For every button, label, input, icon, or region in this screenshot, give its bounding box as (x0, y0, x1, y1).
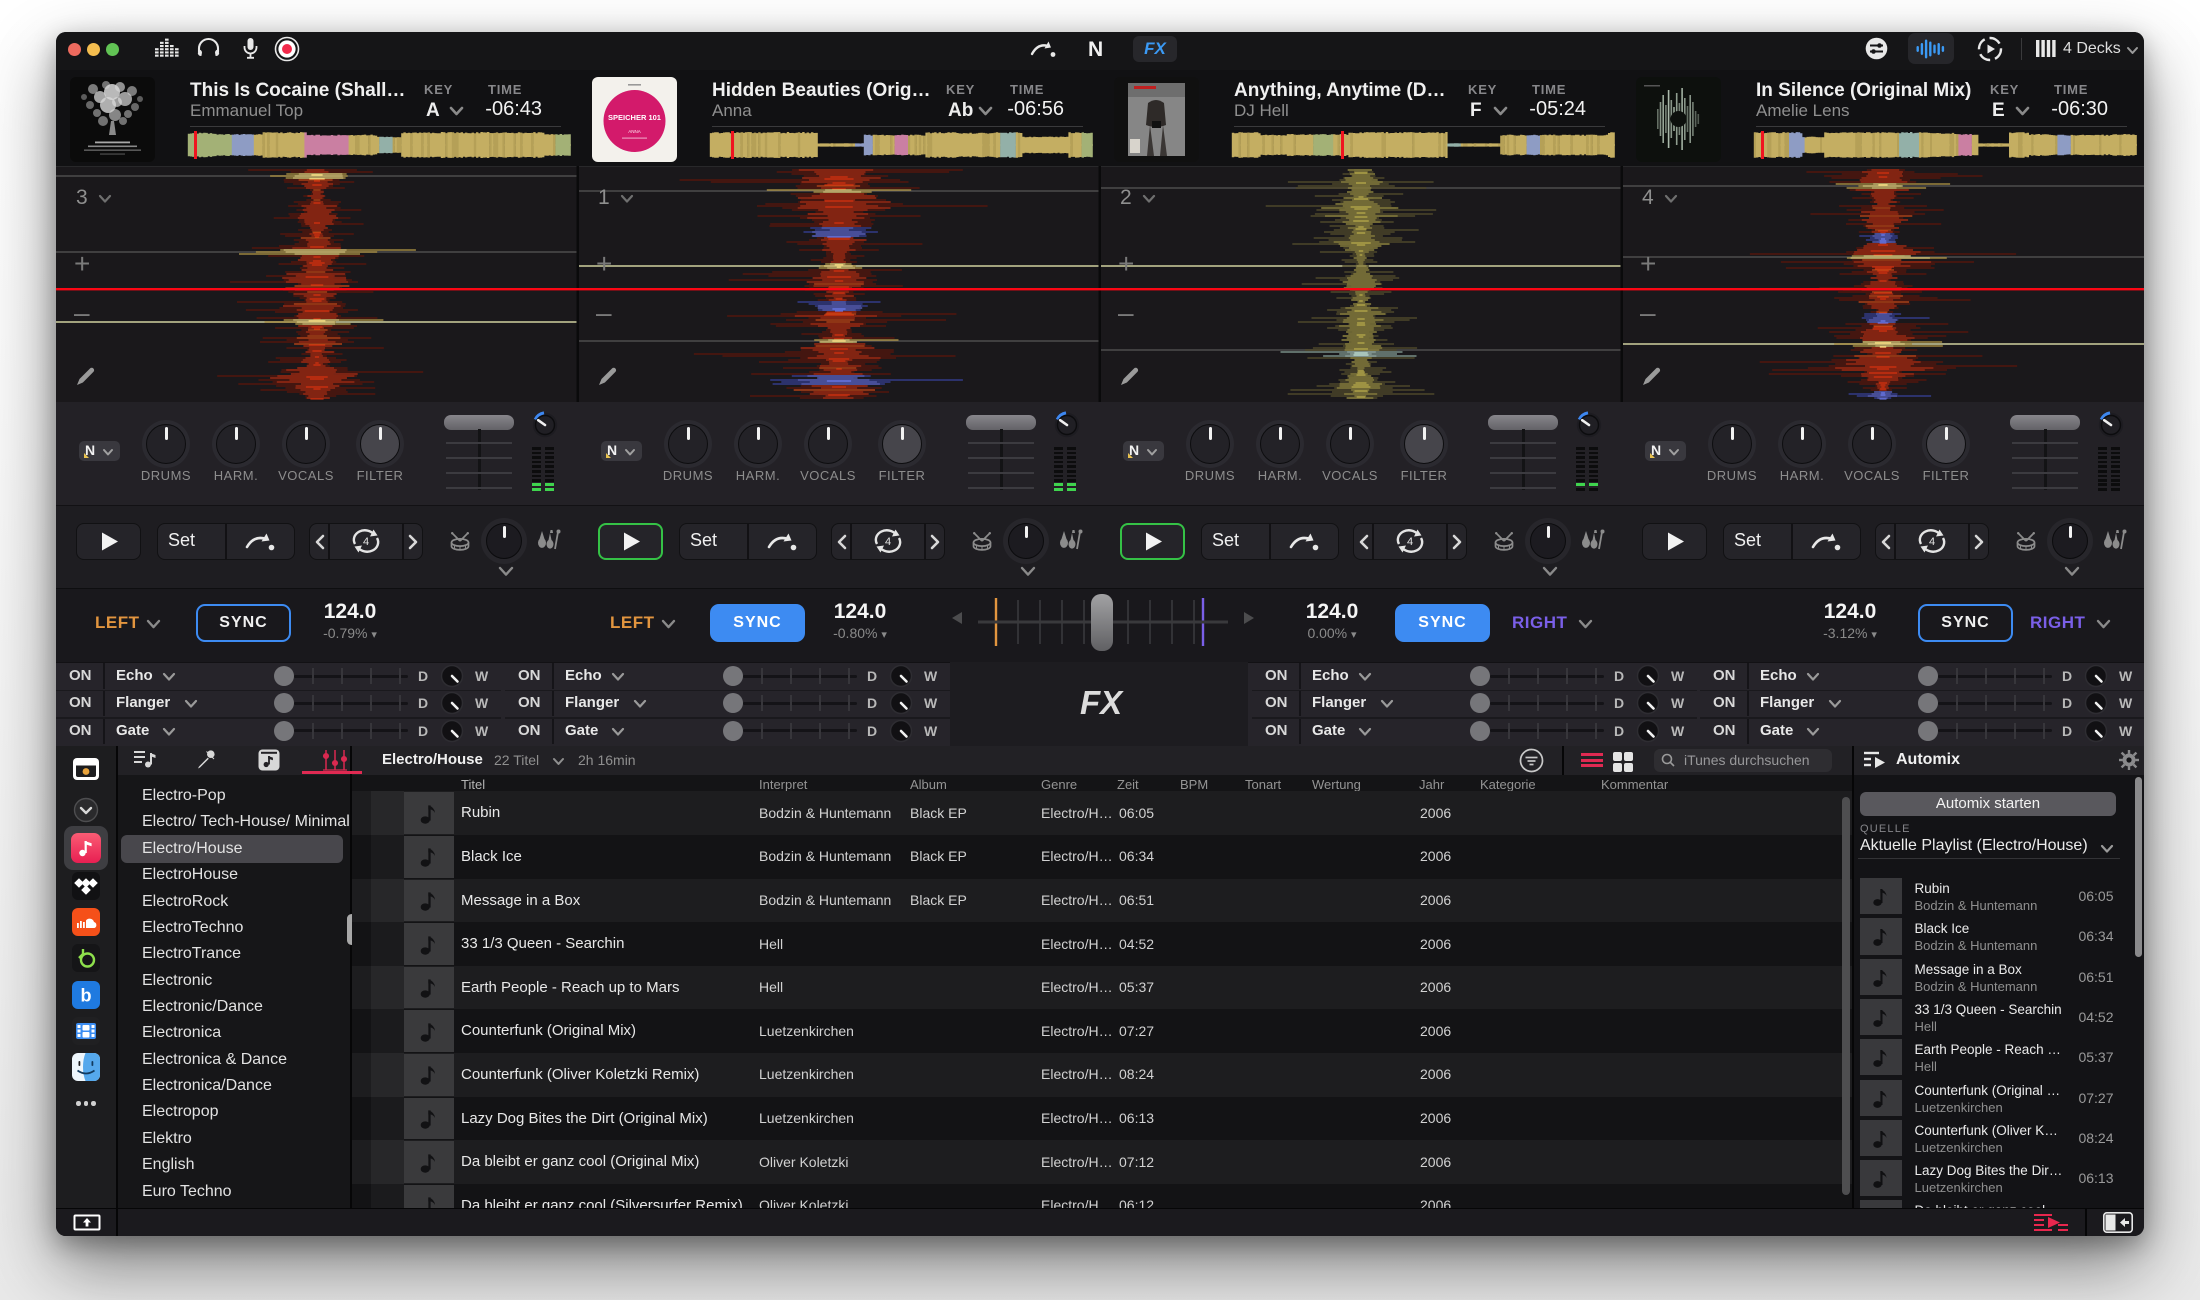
svg-text:4: 4 (1929, 536, 1935, 548)
svg-text:4: 4 (363, 536, 369, 548)
svg-text:b: b (81, 986, 92, 1006)
svg-text:SPEICHER 101: SPEICHER 101 (608, 113, 661, 122)
svg-text:4: 4 (1407, 536, 1413, 548)
svg-text:4: 4 (885, 536, 891, 548)
